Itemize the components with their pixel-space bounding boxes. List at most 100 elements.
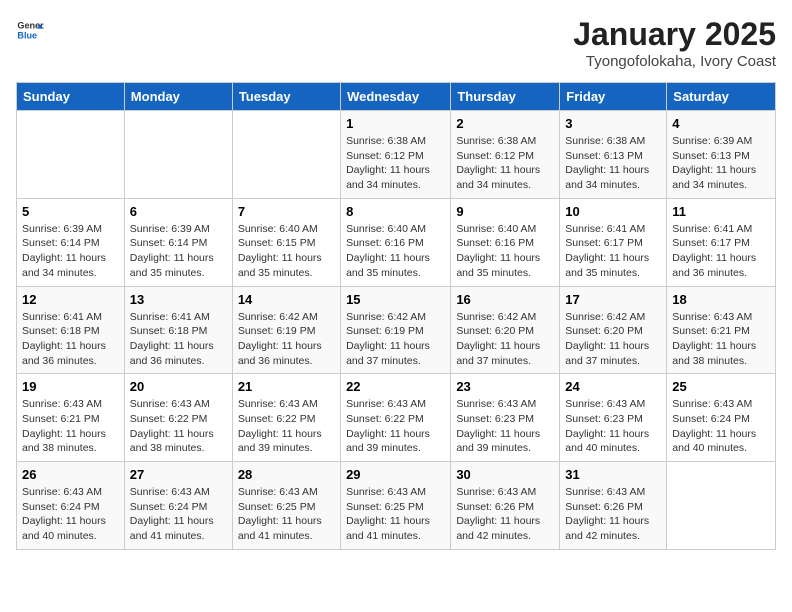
day-info: Sunrise: 6:42 AM Sunset: 6:19 PM Dayligh…	[238, 310, 335, 369]
calendar-cell: 5 Sunrise: 6:39 AM Sunset: 6:14 PM Daylig…	[17, 198, 125, 286]
calendar-table: SundayMondayTuesdayWednesdayThursdayFrid…	[16, 82, 776, 550]
day-info: Sunrise: 6:43 AM Sunset: 6:22 PM Dayligh…	[130, 397, 227, 456]
calendar-cell	[17, 111, 125, 199]
day-number: 8	[346, 204, 445, 219]
calendar-cell: 2 Sunrise: 6:38 AM Sunset: 6:12 PM Daylig…	[451, 111, 560, 199]
logo-icon: General Blue	[16, 16, 44, 44]
col-header-thursday: Thursday	[451, 83, 560, 111]
calendar-cell: 13Sunrise: 6:41 AM Sunset: 6:18 PM Dayli…	[124, 286, 232, 374]
day-info: Sunrise: 6:38 AM Sunset: 6:12 PM Dayligh…	[456, 134, 554, 193]
calendar-cell: 10 Sunrise: 6:41 AM Sunset: 6:17 PM Dayli…	[560, 198, 667, 286]
calendar-cell: 11 Sunrise: 6:41 AM Sunset: 6:17 PM Dayli…	[667, 198, 776, 286]
calendar-cell: 4Sunrise: 6:39 AM Sunset: 6:13 PM Daylig…	[667, 111, 776, 199]
day-number: 4	[672, 116, 770, 131]
day-number: 24	[565, 379, 661, 394]
day-info: Sunrise: 6:43 AM Sunset: 6:26 PM Dayligh…	[565, 485, 661, 544]
day-info: Sunrise: 6:43 AM Sunset: 6:24 PM Dayligh…	[672, 397, 770, 456]
page-header: General Blue January 2025 Tyongofolokaha…	[16, 16, 776, 70]
calendar-cell: 1 Sunrise: 6:38 AM Sunset: 6:12 PM Daylig…	[341, 111, 451, 199]
day-number: 6	[130, 204, 227, 219]
main-title: January 2025	[573, 16, 776, 53]
day-info: Sunrise: 6:43 AM Sunset: 6:21 PM Dayligh…	[22, 397, 119, 456]
day-number: 21	[238, 379, 335, 394]
day-info: Sunrise: 6:38 AM Sunset: 6:12 PM Dayligh…	[346, 134, 445, 193]
calendar-body: 1 Sunrise: 6:38 AM Sunset: 6:12 PM Daylig…	[17, 111, 776, 550]
day-number: 10	[565, 204, 661, 219]
calendar-row-2: 12 Sunrise: 6:41 AM Sunset: 6:18 PM Dayli…	[17, 286, 776, 374]
calendar-cell: 29 Sunrise: 6:43 AM Sunset: 6:25 PM Dayli…	[341, 462, 451, 550]
title-block: January 2025 Tyongofolokaha, Ivory Coast	[573, 16, 776, 70]
day-info: Sunrise: 6:43 AM Sunset: 6:22 PM Dayligh…	[346, 397, 445, 456]
day-info: Sunrise: 6:42 AM Sunset: 6:19 PM Dayligh…	[346, 310, 445, 369]
col-header-wednesday: Wednesday	[341, 83, 451, 111]
day-info: Sunrise: 6:41 AM Sunset: 6:17 PM Dayligh…	[565, 222, 661, 281]
day-info: Sunrise: 6:41 AM Sunset: 6:18 PM Dayligh…	[130, 310, 227, 369]
day-number: 29	[346, 467, 445, 482]
calendar-cell: 12 Sunrise: 6:41 AM Sunset: 6:18 PM Dayli…	[17, 286, 125, 374]
calendar-cell: 31Sunrise: 6:43 AM Sunset: 6:26 PM Dayli…	[560, 462, 667, 550]
day-number: 27	[130, 467, 227, 482]
day-number: 15	[346, 292, 445, 307]
calendar-header-row: SundayMondayTuesdayWednesdayThursdayFrid…	[17, 83, 776, 111]
day-number: 17	[565, 292, 661, 307]
day-info: Sunrise: 6:41 AM Sunset: 6:17 PM Dayligh…	[672, 222, 770, 281]
day-number: 12	[22, 292, 119, 307]
day-number: 2	[456, 116, 554, 131]
calendar-cell: 27 Sunrise: 6:43 AM Sunset: 6:24 PM Dayli…	[124, 462, 232, 550]
day-number: 3	[565, 116, 661, 131]
day-info: Sunrise: 6:43 AM Sunset: 6:24 PM Dayligh…	[22, 485, 119, 544]
day-info: Sunrise: 6:43 AM Sunset: 6:25 PM Dayligh…	[346, 485, 445, 544]
day-info: Sunrise: 6:38 AM Sunset: 6:13 PM Dayligh…	[565, 134, 661, 193]
day-number: 30	[456, 467, 554, 482]
col-header-friday: Friday	[560, 83, 667, 111]
col-header-tuesday: Tuesday	[232, 83, 340, 111]
day-number: 26	[22, 467, 119, 482]
day-info: Sunrise: 6:43 AM Sunset: 6:25 PM Dayligh…	[238, 485, 335, 544]
day-info: Sunrise: 6:43 AM Sunset: 6:23 PM Dayligh…	[456, 397, 554, 456]
col-header-monday: Monday	[124, 83, 232, 111]
day-info: Sunrise: 6:43 AM Sunset: 6:24 PM Dayligh…	[130, 485, 227, 544]
calendar-cell	[124, 111, 232, 199]
calendar-row-3: 19 Sunrise: 6:43 AM Sunset: 6:21 PM Dayli…	[17, 374, 776, 462]
calendar-cell	[232, 111, 340, 199]
day-info: Sunrise: 6:43 AM Sunset: 6:23 PM Dayligh…	[565, 397, 661, 456]
day-number: 18	[672, 292, 770, 307]
day-number: 19	[22, 379, 119, 394]
calendar-cell: 21 Sunrise: 6:43 AM Sunset: 6:22 PM Dayli…	[232, 374, 340, 462]
subtitle: Tyongofolokaha, Ivory Coast	[573, 53, 776, 70]
calendar-cell: 15 Sunrise: 6:42 AM Sunset: 6:19 PM Dayli…	[341, 286, 451, 374]
day-info: Sunrise: 6:41 AM Sunset: 6:18 PM Dayligh…	[22, 310, 119, 369]
calendar-row-0: 1 Sunrise: 6:38 AM Sunset: 6:12 PM Daylig…	[17, 111, 776, 199]
calendar-cell: 7 Sunrise: 6:40 AM Sunset: 6:15 PM Daylig…	[232, 198, 340, 286]
col-header-sunday: Sunday	[17, 83, 125, 111]
calendar-cell: 17Sunrise: 6:42 AM Sunset: 6:20 PM Dayli…	[560, 286, 667, 374]
calendar-cell: 18 Sunrise: 6:43 AM Sunset: 6:21 PM Dayli…	[667, 286, 776, 374]
day-info: Sunrise: 6:39 AM Sunset: 6:14 PM Dayligh…	[22, 222, 119, 281]
day-number: 5	[22, 204, 119, 219]
day-number: 9	[456, 204, 554, 219]
calendar-cell: 6Sunrise: 6:39 AM Sunset: 6:14 PM Daylig…	[124, 198, 232, 286]
day-info: Sunrise: 6:43 AM Sunset: 6:22 PM Dayligh…	[238, 397, 335, 456]
day-number: 1	[346, 116, 445, 131]
calendar-cell: 3 Sunrise: 6:38 AM Sunset: 6:13 PM Daylig…	[560, 111, 667, 199]
calendar-cell: 23Sunrise: 6:43 AM Sunset: 6:23 PM Dayli…	[451, 374, 560, 462]
calendar-cell: 25 Sunrise: 6:43 AM Sunset: 6:24 PM Dayli…	[667, 374, 776, 462]
calendar-cell	[667, 462, 776, 550]
calendar-cell: 22 Sunrise: 6:43 AM Sunset: 6:22 PM Dayli…	[341, 374, 451, 462]
calendar-cell: 14Sunrise: 6:42 AM Sunset: 6:19 PM Dayli…	[232, 286, 340, 374]
day-number: 16	[456, 292, 554, 307]
logo: General Blue	[16, 16, 44, 44]
day-info: Sunrise: 6:40 AM Sunset: 6:15 PM Dayligh…	[238, 222, 335, 281]
day-info: Sunrise: 6:42 AM Sunset: 6:20 PM Dayligh…	[456, 310, 554, 369]
day-info: Sunrise: 6:43 AM Sunset: 6:21 PM Dayligh…	[672, 310, 770, 369]
day-number: 7	[238, 204, 335, 219]
day-number: 25	[672, 379, 770, 394]
day-number: 11	[672, 204, 770, 219]
calendar-cell: 8Sunrise: 6:40 AM Sunset: 6:16 PM Daylig…	[341, 198, 451, 286]
calendar-cell: 30Sunrise: 6:43 AM Sunset: 6:26 PM Dayli…	[451, 462, 560, 550]
day-number: 22	[346, 379, 445, 394]
calendar-cell: 20Sunrise: 6:43 AM Sunset: 6:22 PM Dayli…	[124, 374, 232, 462]
calendar-row-4: 26 Sunrise: 6:43 AM Sunset: 6:24 PM Dayli…	[17, 462, 776, 550]
calendar-cell: 26 Sunrise: 6:43 AM Sunset: 6:24 PM Dayli…	[17, 462, 125, 550]
calendar-cell: 28Sunrise: 6:43 AM Sunset: 6:25 PM Dayli…	[232, 462, 340, 550]
